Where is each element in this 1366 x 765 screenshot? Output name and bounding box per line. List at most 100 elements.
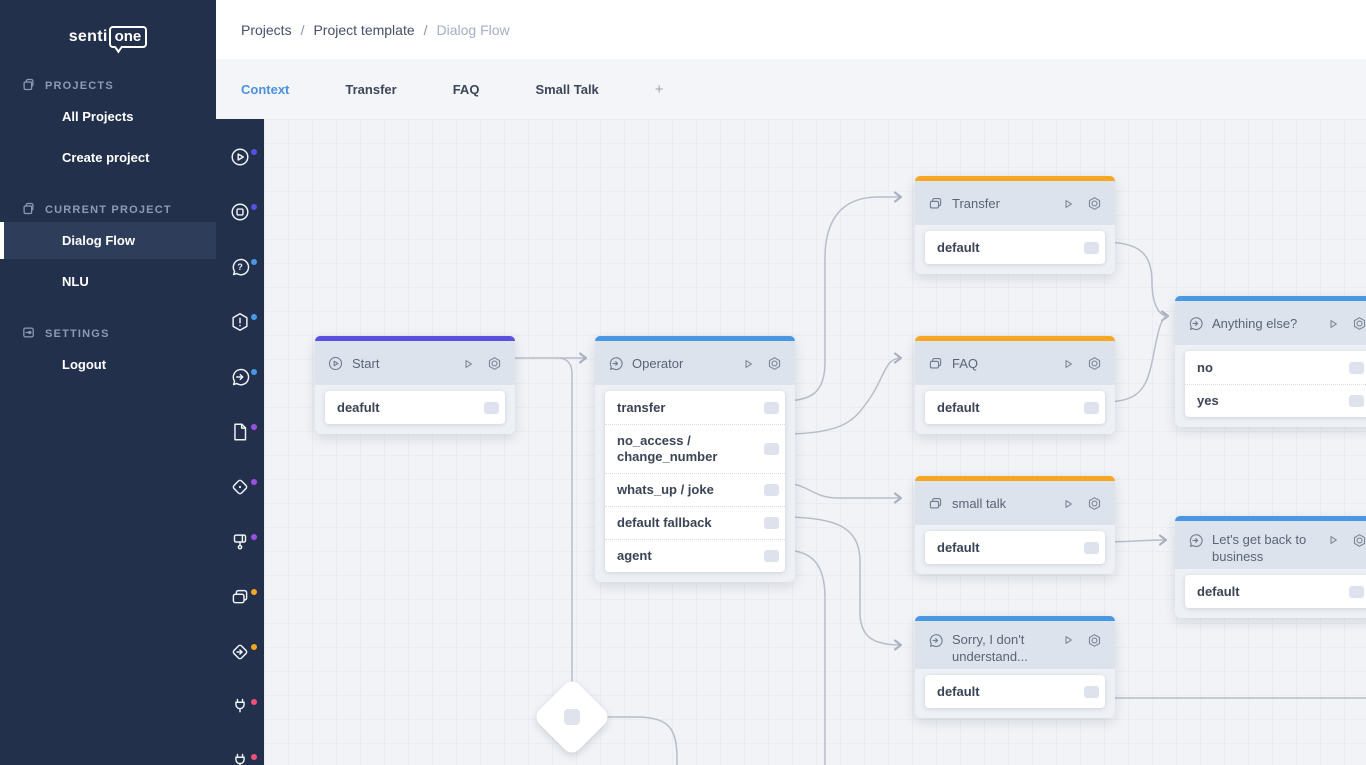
diamond-arrow-tool[interactable] — [216, 624, 264, 679]
node-body: transferno_access / change_numberwhats_u… — [595, 385, 795, 582]
play-circle-icon — [327, 355, 344, 372]
node-row[interactable]: default fallback — [605, 506, 785, 539]
sidebar-section-header: PROJECTS — [0, 78, 216, 94]
sidebar-item-dialog-flow[interactable]: Dialog Flow — [0, 222, 216, 259]
node-body: default — [915, 669, 1115, 718]
tool-status-dot — [251, 314, 257, 320]
node-body: noyes — [1175, 345, 1366, 427]
flow-edge — [783, 517, 901, 645]
tab-faq[interactable]: FAQ — [453, 82, 480, 97]
flow-edge — [600, 717, 677, 765]
run-node-button[interactable] — [460, 356, 476, 372]
sidebar-item-logout[interactable]: Logout — [0, 346, 216, 383]
breadcrumb-projects[interactable]: Projects — [241, 22, 292, 38]
node-row[interactable]: whats_up / joke — [605, 473, 785, 506]
sidebar-item-all-projects[interactable]: All Projects — [0, 98, 216, 135]
paint-roller-tool[interactable] — [216, 514, 264, 569]
tool-status-dot — [251, 534, 257, 540]
node-row[interactable]: no — [1185, 351, 1366, 384]
tab-context[interactable]: Context — [241, 82, 289, 97]
flow-node-transfer[interactable]: Transfer default — [915, 176, 1115, 274]
node-title: Transfer — [952, 195, 1052, 212]
node-settings-button[interactable] — [1086, 495, 1103, 512]
node-settings-button[interactable] — [486, 355, 503, 372]
decision-node[interactable] — [532, 677, 611, 756]
chat-arrow-tool[interactable] — [216, 349, 264, 404]
run-node-button[interactable] — [1060, 196, 1076, 212]
node-settings-button[interactable] — [1086, 195, 1103, 212]
node-body: default — [915, 225, 1115, 274]
flow-node-operator[interactable]: Operator transferno_access / change_numbe… — [595, 336, 795, 582]
flow-node-faq[interactable]: FAQdefault — [915, 336, 1115, 434]
output-connector[interactable] — [1084, 242, 1099, 254]
node-row-label: default — [937, 540, 980, 556]
stop-circle-tool[interactable] — [216, 184, 264, 239]
run-node-button[interactable] — [740, 356, 756, 372]
run-node-button[interactable] — [1325, 316, 1341, 332]
play-circle-tool[interactable] — [216, 129, 264, 184]
node-row[interactable]: default — [925, 231, 1105, 264]
node-row[interactable]: default — [925, 675, 1105, 708]
question-bubble-tool[interactable]: ? — [216, 239, 264, 294]
node-settings-button[interactable] — [1351, 532, 1366, 549]
node-title: Operator — [632, 355, 732, 372]
node-row[interactable]: agent — [605, 539, 785, 572]
node-settings-button[interactable] — [1086, 355, 1103, 372]
plug-tool[interactable] — [216, 679, 264, 734]
node-row[interactable]: default — [925, 391, 1105, 424]
node-row-label: default — [937, 684, 980, 700]
node-row-label: deafult — [337, 400, 380, 416]
sentione-logo: senti one — [0, 0, 216, 52]
flow-node-lets-get-back[interactable]: Let's get back to businessdefault — [1175, 516, 1366, 618]
flow-node-start[interactable]: Startdeafult — [315, 336, 515, 434]
output-connector[interactable] — [1084, 542, 1099, 554]
output-connector[interactable] — [764, 484, 779, 496]
node-header: Transfer — [915, 181, 1115, 225]
sidebar-item-create-project[interactable]: Create project — [0, 139, 216, 176]
node-row[interactable]: transfer — [605, 391, 785, 424]
node-settings-button[interactable] — [1351, 315, 1366, 332]
flow-node-small-talk[interactable]: small talk default — [915, 476, 1115, 574]
run-node-button[interactable] — [1060, 632, 1076, 648]
node-title: Sorry, I don't understand... — [952, 631, 1052, 665]
plug-tool[interactable] — [216, 734, 264, 765]
run-node-button[interactable] — [1060, 496, 1076, 512]
flow-node-sorry[interactable]: Sorry, I don't understand... default — [915, 616, 1115, 718]
output-connector[interactable] — [764, 402, 779, 414]
flow-node-anything-else[interactable]: Anything else?noyes — [1175, 296, 1366, 427]
node-row[interactable]: deafult — [325, 391, 505, 424]
collection-tool[interactable] — [216, 569, 264, 624]
run-node-button[interactable] — [1325, 532, 1341, 548]
node-settings-button[interactable] — [766, 355, 783, 372]
output-connector[interactable] — [764, 517, 779, 529]
node-row[interactable]: default — [1185, 575, 1366, 608]
output-connector[interactable] — [484, 402, 499, 414]
tab-small-talk[interactable]: Small Talk — [535, 82, 598, 97]
diamond-arrow-icon — [229, 641, 251, 663]
question-bubble-icon: ? — [229, 256, 251, 278]
output-connector[interactable] — [1084, 686, 1099, 698]
tab-transfer[interactable]: Transfer — [345, 82, 396, 97]
alert-hexagon-tool[interactable] — [216, 294, 264, 349]
tool-status-dot — [251, 424, 257, 430]
node-header: Sorry, I don't understand... — [915, 621, 1115, 669]
alert-hexagon-icon — [229, 311, 251, 333]
node-settings-button[interactable] — [1086, 632, 1103, 649]
node-title: small talk — [952, 495, 1052, 512]
dialog-flow-canvas[interactable]: Startdeafult Operator transferno_access / … — [264, 119, 1366, 765]
output-connector[interactable] — [1349, 362, 1364, 374]
decision-diamond-tool[interactable] — [216, 459, 264, 514]
output-connector[interactable] — [764, 443, 779, 455]
run-node-button[interactable] — [1060, 356, 1076, 372]
sidebar-item-nlu[interactable]: NLU — [0, 263, 216, 300]
breadcrumb-project-template[interactable]: Project template — [313, 22, 414, 38]
output-connector[interactable] — [1084, 402, 1099, 414]
add-tab-button[interactable]: + — [655, 81, 664, 98]
node-row[interactable]: yes — [1185, 384, 1366, 417]
node-row[interactable]: default — [925, 531, 1105, 564]
output-connector[interactable] — [764, 550, 779, 562]
output-connector[interactable] — [1349, 395, 1364, 407]
file-tool[interactable] — [216, 404, 264, 459]
output-connector[interactable] — [1349, 586, 1364, 598]
node-row[interactable]: no_access / change_number — [605, 424, 785, 473]
